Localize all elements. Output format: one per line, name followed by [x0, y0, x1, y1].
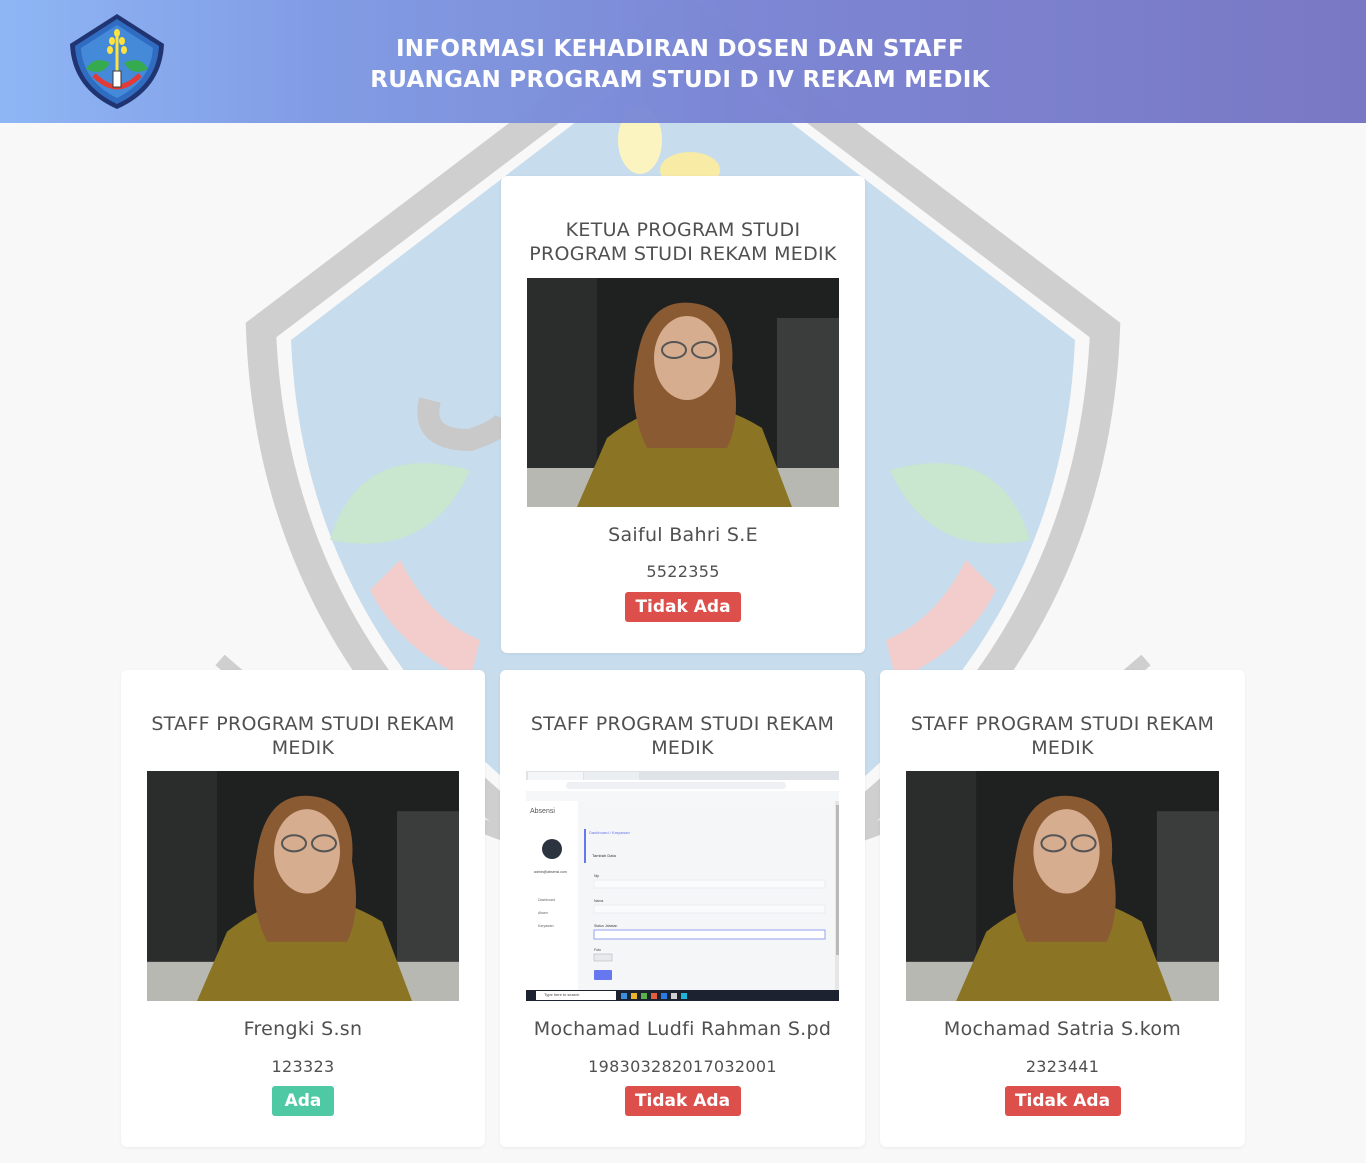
person-id: 198303282017032001	[588, 1057, 777, 1076]
staff-card: STAFF PROGRAM STUDI REKAM MEDIK Mochamad…	[880, 670, 1245, 1147]
card-title: STAFF PROGRAM STUDI REKAM MEDIK	[530, 713, 835, 759]
status-badge: Tidak Ada	[624, 1086, 741, 1116]
person-photo: Absensi Dashboard / Karyawan Tambah Data…	[526, 771, 839, 1001]
page-title-line1: INFORMASI KEHADIRAN DOSEN DAN STAFF	[395, 36, 965, 62]
card-title: STAFF PROGRAM STUDI REKAM MEDIK	[151, 713, 455, 759]
screenshot-app-title: Absensi	[530, 808, 555, 815]
person-name: Frengki S.sn	[243, 1018, 363, 1040]
person-photo	[147, 771, 459, 1001]
screenshot-menu-3: Karyawan	[538, 924, 554, 928]
person-id: 5522355	[646, 562, 720, 581]
head-card: KETUA PROGRAM STUDI PROGRAM STUDI REKAM …	[501, 176, 865, 653]
screenshot-section: Tambah Data	[592, 853, 616, 858]
card-title: STAFF PROGRAM STUDI REKAM MEDIK	[910, 713, 1215, 759]
staff-card: STAFF PROGRAM STUDI REKAM MEDIK Absensi …	[500, 670, 865, 1147]
person-id: 123323	[271, 1057, 335, 1076]
card-title: KETUA PROGRAM STUDI PROGRAM STUDI REKAM …	[529, 219, 837, 265]
person-id: 2323441	[1025, 1057, 1100, 1076]
screenshot-email: admin@absensi.com	[534, 870, 567, 874]
person-photo	[527, 278, 839, 507]
screenshot-menu-2: Absen	[538, 911, 548, 915]
screenshot-field-2: Nama	[594, 899, 604, 903]
page-title: INFORMASI KEHADIRAN DOSEN DAN STAFF RUAN…	[280, 34, 1080, 96]
screenshot-breadcrumb: Dashboard / Karyawan	[589, 830, 630, 835]
page-header: INFORMASI KEHADIRAN DOSEN DAN STAFF RUAN…	[0, 0, 1366, 123]
person-name: Mochamad Satria S.kom	[943, 1018, 1182, 1040]
person-name: Saiful Bahri S.E	[608, 524, 758, 546]
screenshot-menu-1: Dashboard	[538, 898, 556, 902]
screenshot-field-4: Foto	[594, 948, 602, 952]
polije-emblem-icon	[70, 14, 164, 109]
screenshot-field-3: Status Jabatan	[594, 924, 618, 928]
person-name: Mochamad Ludfi Rahman S.pd	[533, 1018, 832, 1040]
status-badge: Tidak Ada	[625, 592, 741, 622]
screenshot-taskbar-search: Type here to search	[544, 992, 580, 997]
page-title-line2: RUANGAN PROGRAM STUDI D IV REKAM MEDIK	[370, 67, 990, 93]
person-photo	[906, 771, 1219, 1001]
status-badge: Tidak Ada	[1004, 1086, 1121, 1116]
status-badge: Ada	[272, 1086, 334, 1116]
staff-card: STAFF PROGRAM STUDI REKAM MEDIK Frengki …	[121, 670, 485, 1147]
screenshot-field-1: Nip	[594, 874, 600, 878]
